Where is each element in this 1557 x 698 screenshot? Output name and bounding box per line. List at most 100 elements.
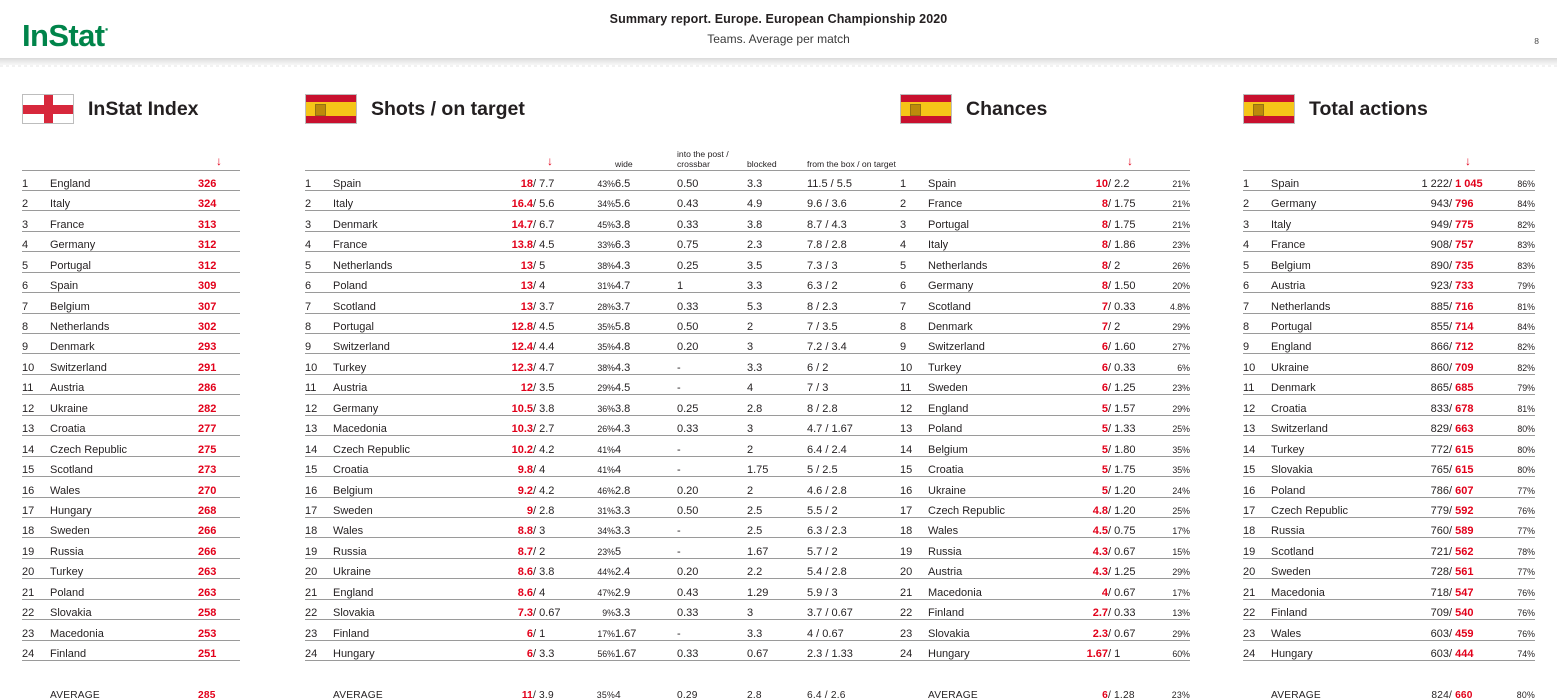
table-row[interactable]: 19 Russia 4.3/ 0.67 15% [900, 537, 1190, 559]
table-row[interactable]: 11 Denmark 865/ 685 79% [1243, 374, 1535, 396]
table-row[interactable]: 21 England 8.6/ 4 47% 2.9 0.43 1.29 5.9 / 3 [305, 578, 927, 600]
table-row[interactable]: 4 France 908/ 757 83% [1243, 231, 1535, 253]
table-row[interactable]: 16 Ukraine 5/ 1.20 24% [900, 476, 1190, 498]
table-row[interactable]: 5 Portugal 312 [22, 251, 240, 273]
table-row[interactable]: 22 Slovakia 258 [22, 599, 240, 621]
table-row[interactable]: 6 Spain 309 [22, 272, 240, 294]
table-row[interactable]: 8 Portugal 12.8/ 4.5 35% 5.8 0.50 2 7 / 3.5 [305, 313, 927, 335]
table-row[interactable]: 24 Hungary 1.67/ 1 60% [900, 640, 1190, 662]
table-row[interactable]: 23 Macedonia 253 [22, 619, 240, 641]
table-row[interactable]: 20 Austria 4.3/ 1.25 29% [900, 558, 1190, 580]
table-row[interactable]: 7 Scotland 13/ 3.7 28% 3.7 0.33 5.3 8 / 2.3 [305, 292, 927, 314]
table-row[interactable]: 18 Russia 760/ 589 77% [1243, 517, 1535, 539]
table-row[interactable]: 10 Ukraine 860/ 709 82% [1243, 353, 1535, 375]
table-row[interactable]: 16 Poland 786/ 607 77% [1243, 476, 1535, 498]
table-row[interactable]: 5 Netherlands 8/ 2 26% [900, 251, 1190, 273]
table-row[interactable]: 3 Portugal 8/ 1.75 21% [900, 210, 1190, 232]
sort-desc-icon[interactable]: ↓ [1401, 142, 1535, 171]
table-row[interactable]: 15 Scotland 273 [22, 456, 240, 478]
table-row[interactable]: 24 Finland 251 [22, 640, 240, 662]
table-row[interactable]: 17 Czech Republic 779/ 592 76% [1243, 497, 1535, 518]
table-row[interactable]: 9 Switzerland 6/ 1.60 27% [900, 333, 1190, 355]
table-row[interactable]: 3 France 313 [22, 210, 240, 232]
table-row[interactable]: 12 Ukraine 282 [22, 394, 240, 416]
sort-desc-icon[interactable]: ↓ [485, 142, 615, 171]
table-row[interactable]: 21 Macedonia 718/ 547 76% [1243, 578, 1535, 600]
table-row[interactable]: 19 Russia 266 [22, 537, 240, 559]
table-row[interactable]: 13 Macedonia 10.3/ 2.7 26% 4.3 0.33 3 4.7 / 1.6… [305, 415, 927, 437]
table-row[interactable]: 12 Germany 10.5/ 3.8 36% 3.8 0.25 2.8 8 / 2.8 [305, 394, 927, 416]
sort-desc-icon[interactable]: ↓ [1070, 142, 1190, 171]
table-row[interactable]: 17 Sweden 9/ 2.8 31% 3.3 0.50 2.5 5.5 / 2 [305, 497, 927, 518]
table-row[interactable]: 20 Sweden 728/ 561 77% [1243, 558, 1535, 580]
table-row[interactable]: 14 Czech Republic 275 [22, 435, 240, 457]
table-row[interactable]: 22 Slovakia 7.3/ 0.67 9% 3.3 0.33 3 3.7 / 0.67 [305, 599, 927, 621]
table-row[interactable]: 11 Sweden 6/ 1.25 23% [900, 374, 1190, 396]
table-row[interactable]: 2 Italy 324 [22, 190, 240, 212]
table-row[interactable]: 2 France 8/ 1.75 21% [900, 190, 1190, 212]
table-row[interactable]: 3 Italy 949/ 775 82% [1243, 210, 1535, 232]
table-row[interactable]: 4 Italy 8/ 1.86 23% [900, 231, 1190, 253]
table-row[interactable]: 7 Scotland 7/ 0.33 4.8% [900, 292, 1190, 314]
table-row[interactable]: 24 Hungary 603/ 444 74% [1243, 640, 1535, 662]
table-row[interactable]: 15 Croatia 5/ 1.75 35% [900, 456, 1190, 478]
table-row[interactable]: 1 England 326 [22, 170, 240, 191]
table-row[interactable]: 9 England 866/ 712 82% [1243, 333, 1535, 355]
table-row[interactable]: 4 Germany 312 [22, 231, 240, 253]
table-row[interactable]: 10 Turkey 6/ 0.33 6% [900, 353, 1190, 375]
sort-desc-icon[interactable]: ↓ [198, 142, 240, 171]
table-row[interactable]: 20 Ukraine 8.6/ 3.8 44% 2.4 0.20 2.2 5.4 / 2.8 [305, 558, 927, 580]
table-row[interactable]: 11 Austria 286 [22, 374, 240, 396]
table-row[interactable]: 18 Wales 4.5/ 0.75 17% [900, 517, 1190, 539]
table-row[interactable]: 5 Belgium 890/ 735 83% [1243, 251, 1535, 273]
table-row[interactable]: 11 Austria 12/ 3.5 29% 4.5-4 7 / 3 [305, 374, 927, 396]
table-row[interactable]: 8 Denmark 7/ 2 29% [900, 313, 1190, 335]
table-row[interactable]: 3 Denmark 14.7/ 6.7 45% 3.8 0.33 3.8 8.7 / 4.3 [305, 210, 927, 232]
table-row[interactable]: 24 Hungary 6/ 3.3 56% 1.67 0.33 0.67 2.3 / 1.33 [305, 640, 927, 662]
table-row[interactable]: 10 Turkey 12.3/ 4.7 38% 4.3-3.3 6 / 2 [305, 353, 927, 375]
table-row[interactable]: 9 Denmark 293 [22, 333, 240, 355]
table-row[interactable]: 10 Switzerland 291 [22, 353, 240, 375]
table-row[interactable]: 23 Slovakia 2.3/ 0.67 29% [900, 619, 1190, 641]
table-row[interactable]: 15 Slovakia 765/ 615 80% [1243, 456, 1535, 478]
table-row[interactable]: 6 Poland 13/ 4 31% 4.7 1 3.3 6.3 / 2 [305, 272, 927, 294]
table-row[interactable]: 2 Germany 943/ 796 84% [1243, 190, 1535, 212]
table-row[interactable]: 2 Italy 16.4/ 5.6 34% 5.6 0.43 4.9 9.6 / 3.6 [305, 190, 927, 212]
table-row[interactable]: 14 Turkey 772/ 615 80% [1243, 435, 1535, 457]
table-row[interactable]: 4 France 13.8/ 4.5 33% 6.3 0.75 2.3 7.8 / 2.8 [305, 231, 927, 253]
table-row[interactable]: 1 Spain 10/ 2.2 21% [900, 170, 1190, 191]
table-row[interactable]: 14 Czech Republic 10.2/ 4.2 41% 4-2 6.4 / 2.4 [305, 435, 927, 457]
table-row[interactable]: 1 Spain 18/ 7.7 43% 6.5 0.50 3.3 11.5 / 5.5 [305, 170, 927, 191]
table-row[interactable]: 22 Finland 2.7/ 0.33 13% [900, 599, 1190, 621]
table-row[interactable]: 8 Netherlands 302 [22, 313, 240, 335]
table-row[interactable]: 14 Belgium 5/ 1.80 35% [900, 435, 1190, 457]
table-row[interactable]: 21 Poland 263 [22, 578, 240, 600]
table-row[interactable]: 19 Russia 8.7/ 2 23% 5-1.67 5.7 / 2 [305, 537, 927, 559]
table-row[interactable]: 21 Macedonia 4/ 0.67 17% [900, 578, 1190, 600]
table-row[interactable]: 13 Switzerland 829/ 663 80% [1243, 415, 1535, 437]
table-row[interactable]: 13 Croatia 277 [22, 415, 240, 437]
table-row[interactable]: 12 England 5/ 1.57 29% [900, 394, 1190, 416]
table-row[interactable]: 8 Portugal 855/ 714 84% [1243, 313, 1535, 335]
table-row[interactable]: 18 Wales 8.8/ 3 34% 3.3-2.5 6.3 / 2.3 [305, 517, 927, 539]
table-row[interactable]: 20 Turkey 263 [22, 558, 240, 580]
table-row[interactable]: 17 Czech Republic 4.8/ 1.20 25% [900, 497, 1190, 518]
table-row[interactable]: 6 Germany 8/ 1.50 20% [900, 272, 1190, 294]
table-row[interactable]: 12 Croatia 833/ 678 81% [1243, 394, 1535, 416]
table-row[interactable]: 18 Sweden 266 [22, 517, 240, 539]
table-row[interactable]: 16 Wales 270 [22, 476, 240, 498]
table-row[interactable]: 19 Scotland 721/ 562 78% [1243, 537, 1535, 559]
table-row[interactable]: 6 Austria 923/ 733 79% [1243, 272, 1535, 294]
table-row[interactable]: 9 Switzerland 12.4/ 4.4 35% 4.8 0.20 3 7.2 / 3.… [305, 333, 927, 355]
table-row[interactable]: 23 Finland 6/ 1 17% 1.67-3.3 4 / 0.67 [305, 619, 927, 641]
table-row[interactable]: 16 Belgium 9.2/ 4.2 46% 2.8 0.20 2 4.6 / 2.8 [305, 476, 927, 498]
table-row[interactable]: 5 Netherlands 13/ 5 38% 4.3 0.25 3.5 7.3 / 3 [305, 251, 927, 273]
table-row[interactable]: 7 Netherlands 885/ 716 81% [1243, 292, 1535, 314]
table-row[interactable]: 1 Spain 1 222/ 1 045 86% [1243, 170, 1535, 191]
table-row[interactable]: 22 Finland 709/ 540 76% [1243, 599, 1535, 621]
table-row[interactable]: 7 Belgium 307 [22, 292, 240, 314]
table-row[interactable]: 15 Croatia 9.8/ 4 41% 4-1.75 5 / 2.5 [305, 456, 927, 478]
table-row[interactable]: 23 Wales 603/ 459 76% [1243, 619, 1535, 641]
table-row[interactable]: 13 Poland 5/ 1.33 25% [900, 415, 1190, 437]
table-row[interactable]: 17 Hungary 268 [22, 497, 240, 518]
